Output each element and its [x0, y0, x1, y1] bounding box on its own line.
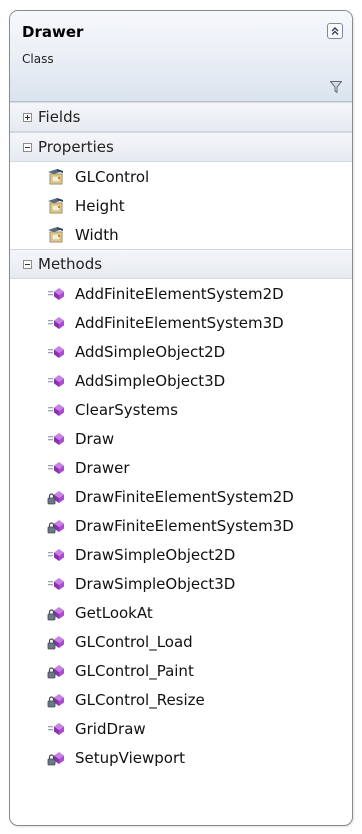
- member-label: DrawFiniteElementSystem2D: [75, 487, 294, 506]
- member-row[interactable]: AddSimpleObject3D: [10, 366, 352, 395]
- class-kind: Class: [22, 52, 54, 66]
- member-row[interactable]: ClearSystems: [10, 395, 352, 424]
- property-icon: [47, 197, 65, 215]
- member-row[interactable]: AddFiniteElementSystem2D: [10, 279, 352, 308]
- member-label: GLControl_Paint: [75, 661, 194, 680]
- member-label: Drawer: [75, 458, 130, 477]
- class-header: Drawer Class: [10, 11, 352, 102]
- private-method-icon: [47, 604, 65, 622]
- member-label: GridDraw: [75, 719, 146, 738]
- member-label: DrawSimpleObject3D: [75, 574, 236, 593]
- property-icon: [47, 168, 65, 186]
- public-method-icon: [47, 546, 65, 564]
- member-label: AddSimpleObject2D: [75, 342, 226, 361]
- member-row[interactable]: GLControl: [10, 162, 352, 191]
- expand-icon[interactable]: [23, 112, 32, 122]
- member-row[interactable]: DrawSimpleObject2D: [10, 540, 352, 569]
- double-chevron-up-icon: [331, 27, 339, 35]
- class-box: Drawer Class Fields Properties GLControl…: [9, 10, 353, 826]
- member-row[interactable]: Draw: [10, 424, 352, 453]
- fields-section-label: Fields: [38, 108, 81, 126]
- member-label: DrawFiniteElementSystem3D: [75, 516, 294, 535]
- public-method-icon: [47, 720, 65, 738]
- private-method-icon: [47, 691, 65, 709]
- member-row[interactable]: Height: [10, 191, 352, 220]
- member-label: AddSimpleObject3D: [75, 371, 226, 390]
- private-method-icon: [47, 517, 65, 535]
- member-label: GLControl_Resize: [75, 690, 205, 709]
- collapse-icon[interactable]: [23, 142, 32, 152]
- member-label: Draw: [75, 429, 115, 448]
- public-method-icon: [47, 575, 65, 593]
- methods-list: AddFiniteElementSystem2D AddFiniteElement…: [10, 279, 352, 772]
- public-method-icon: [47, 314, 65, 332]
- member-label: Width: [75, 225, 119, 244]
- public-method-icon: [47, 430, 65, 448]
- methods-section-header[interactable]: Methods: [10, 249, 352, 279]
- member-row[interactable]: GLControl_Load: [10, 627, 352, 656]
- member-row[interactable]: GridDraw: [10, 714, 352, 743]
- public-method-icon: [47, 459, 65, 477]
- public-method-icon: [47, 285, 65, 303]
- private-method-icon: [47, 488, 65, 506]
- methods-section-label: Methods: [38, 255, 103, 273]
- public-method-icon: [47, 372, 65, 390]
- properties-list: GLControl Height Width: [10, 162, 352, 249]
- filter-icon[interactable]: [330, 81, 342, 93]
- collapse-icon[interactable]: [23, 259, 32, 269]
- member-label: AddFiniteElementSystem3D: [75, 313, 284, 332]
- properties-section-label: Properties: [38, 138, 114, 156]
- property-icon: [47, 226, 65, 244]
- member-row[interactable]: DrawFiniteElementSystem3D: [10, 511, 352, 540]
- member-row[interactable]: GLControl_Resize: [10, 685, 352, 714]
- private-method-icon: [47, 749, 65, 767]
- private-method-icon: [47, 633, 65, 651]
- class-name: Drawer: [22, 23, 84, 41]
- fields-section-header[interactable]: Fields: [10, 102, 352, 132]
- member-row[interactable]: GLControl_Paint: [10, 656, 352, 685]
- member-label: GetLookAt: [75, 603, 153, 622]
- member-row[interactable]: Width: [10, 220, 352, 249]
- member-row[interactable]: GetLookAt: [10, 598, 352, 627]
- member-label: SetupViewport: [75, 748, 186, 767]
- member-label: GLControl: [75, 167, 150, 186]
- member-label: ClearSystems: [75, 400, 178, 419]
- collapse-button[interactable]: [327, 23, 343, 39]
- member-row[interactable]: DrawFiniteElementSystem2D: [10, 482, 352, 511]
- member-label: GLControl_Load: [75, 632, 193, 651]
- member-row[interactable]: AddSimpleObject2D: [10, 337, 352, 366]
- member-row[interactable]: AddFiniteElementSystem3D: [10, 308, 352, 337]
- member-row[interactable]: DrawSimpleObject3D: [10, 569, 352, 598]
- member-label: Height: [75, 196, 125, 215]
- public-method-icon: [47, 401, 65, 419]
- member-label: AddFiniteElementSystem2D: [75, 284, 284, 303]
- member-row[interactable]: SetupViewport: [10, 743, 352, 772]
- private-method-icon: [47, 662, 65, 680]
- properties-section-header[interactable]: Properties: [10, 132, 352, 162]
- member-row[interactable]: Drawer: [10, 453, 352, 482]
- public-method-icon: [47, 343, 65, 361]
- member-label: DrawSimpleObject2D: [75, 545, 236, 564]
